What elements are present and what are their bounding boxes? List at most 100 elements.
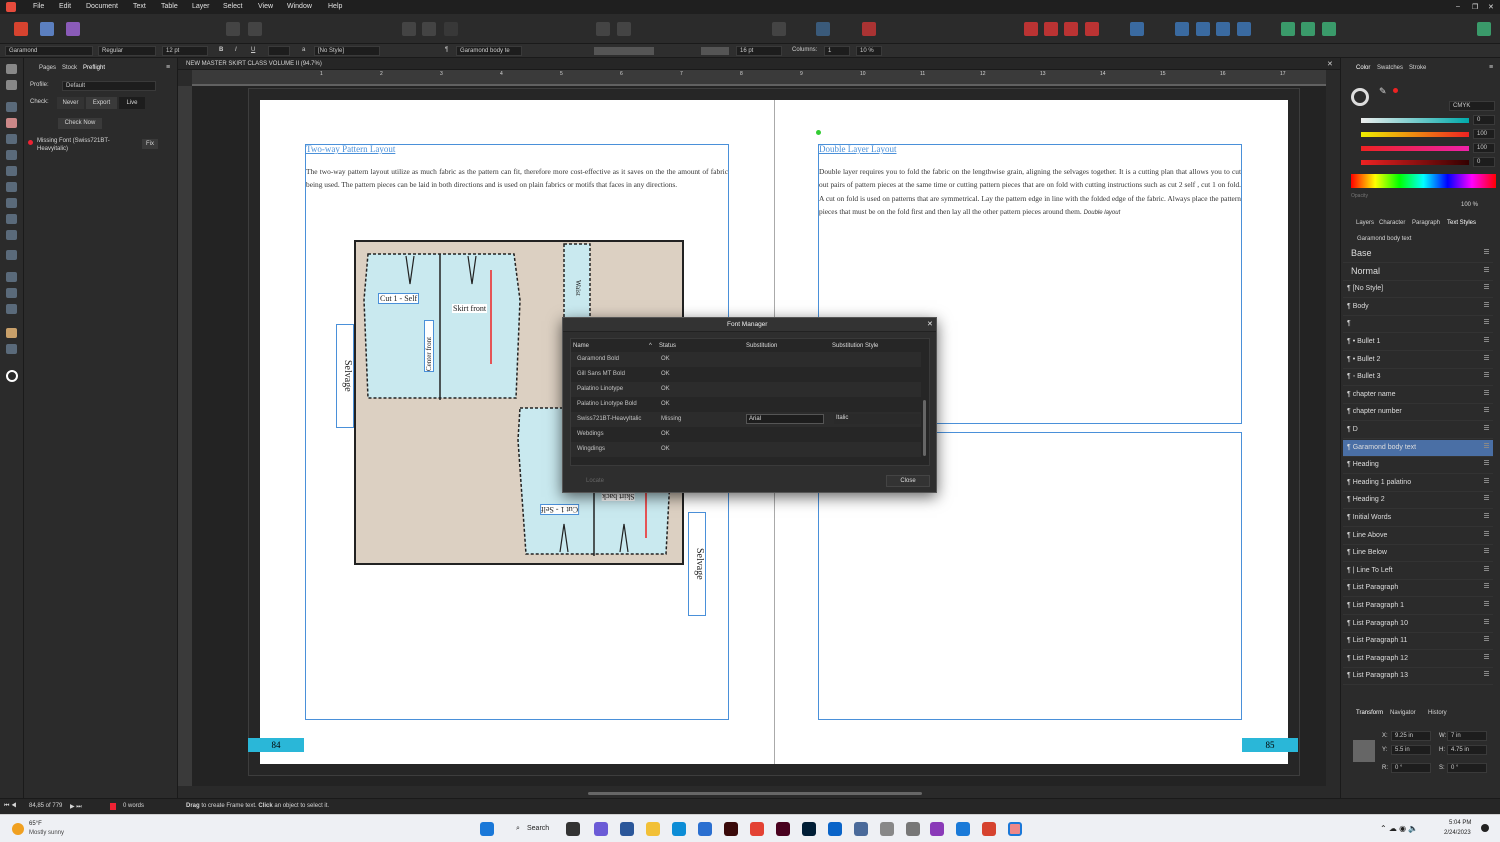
style-menu-icon[interactable] [1484, 444, 1489, 446]
style-menu-icon[interactable] [1484, 286, 1489, 288]
tab-character[interactable]: Character [1379, 220, 1405, 226]
check-never-button[interactable]: Never [57, 97, 84, 109]
black-slider[interactable] [1361, 160, 1469, 165]
undo-icon[interactable] [862, 22, 876, 36]
pen-tool-icon[interactable] [6, 150, 17, 160]
style-menu-icon[interactable] [1484, 251, 1489, 252]
fix-button[interactable]: Fix [142, 139, 158, 149]
photo-persona-icon[interactable] [66, 22, 80, 36]
publisher-persona-icon[interactable] [14, 22, 28, 36]
tab-color[interactable]: Color [1356, 65, 1370, 71]
link-icon[interactable] [772, 22, 786, 36]
color-picker-icon[interactable]: ✎ [1379, 86, 1387, 97]
font-row-missing[interactable]: Swiss721BT-HeavyItalic Missing Arial Ital… [571, 412, 921, 427]
designer-persona-icon[interactable] [40, 22, 54, 36]
style-menu-icon[interactable] [1484, 620, 1489, 622]
boolean-add-icon[interactable] [1281, 22, 1295, 36]
style-menu-icon[interactable] [1484, 532, 1489, 534]
text-style-item[interactable]: ¶ Heading 1 palatino [1343, 475, 1493, 492]
tab-history[interactable]: History [1428, 710, 1447, 716]
ellipse-tool-icon[interactable] [6, 198, 17, 208]
font-row[interactable]: Gill Sans MT Bold OK [571, 367, 921, 382]
underline-button[interactable]: U [251, 47, 255, 53]
text-style-item[interactable]: ¶ | Line To Left [1343, 563, 1493, 580]
text-style-item[interactable]: ¶ List Paragraph 1 [1343, 598, 1493, 615]
style-menu-icon[interactable] [1484, 462, 1489, 464]
font-row[interactable]: Palatino Linotype Bold OK [571, 397, 921, 412]
hand-tool-icon[interactable] [6, 328, 17, 338]
opacity-value[interactable]: 100 % [1461, 202, 1478, 208]
artistic-text-tool-icon[interactable] [6, 134, 17, 144]
style-menu-icon[interactable] [1484, 673, 1489, 675]
teams-icon[interactable] [594, 822, 608, 836]
color-stroke-icon[interactable] [6, 370, 18, 382]
arrange-back-icon[interactable] [1085, 22, 1099, 36]
chrome-icon[interactable] [750, 822, 764, 836]
menu-text[interactable]: Text [133, 3, 146, 10]
style-menu-icon[interactable] [1484, 603, 1489, 604]
text-style-item[interactable]: ¶ Garamond body text [1343, 439, 1493, 457]
check-live-button[interactable]: Live [119, 97, 145, 109]
sort-chevron-icon[interactable]: ^ [649, 343, 652, 349]
rectangle-tool-icon[interactable] [6, 182, 17, 192]
profile-select[interactable]: Default [62, 81, 156, 91]
indesign-icon[interactable] [776, 822, 790, 836]
gutter-input[interactable]: 10 % [856, 46, 882, 56]
font-row[interactable]: Wingdings OK [571, 442, 921, 457]
text-style-item[interactable]: ¶ chapter name [1343, 387, 1493, 404]
picture-frame-tool-icon[interactable] [6, 214, 17, 224]
tab-transform[interactable]: Transform [1356, 710, 1383, 716]
horizontal-ruler[interactable]: 1 2 3 4 5 6 7 8 9 10 11 12 13 14 15 16 1… [192, 70, 1326, 86]
tab-preflight[interactable]: Preflight [83, 65, 105, 71]
zoom-tool-icon[interactable] [6, 344, 17, 354]
vertical-ruler[interactable] [178, 86, 192, 786]
boolean-intersect-icon[interactable] [1322, 22, 1336, 36]
fill-stroke-icon[interactable] [1351, 88, 1369, 106]
document-tab[interactable]: NEW MASTER SKIRT CLASS VOLUME II (94.7%)… [178, 58, 1340, 70]
place-image-tool-icon[interactable] [6, 230, 17, 240]
style-menu-icon[interactable] [1484, 585, 1489, 587]
menu-table[interactable]: Table [161, 3, 178, 10]
columns-input[interactable]: 1 [824, 46, 850, 56]
tab-stroke[interactable]: Stroke [1409, 65, 1426, 71]
weather-icon[interactable] [12, 823, 24, 835]
page-indicator[interactable]: 84,85 of 779 [29, 803, 62, 809]
horizontal-scrollbar[interactable] [588, 792, 922, 795]
taskbar-search[interactable]: Search [527, 825, 549, 832]
tab-paragraph[interactable]: Paragraph [1412, 220, 1440, 226]
anchor-handle[interactable] [816, 130, 821, 135]
font-row[interactable]: Palatino Linotype OK [571, 382, 921, 397]
paragraph-style-select[interactable]: Garamond body te [456, 46, 522, 56]
cyan-input[interactable]: 0 [1473, 115, 1495, 125]
preferences-icon[interactable] [248, 22, 262, 36]
text-style-item[interactable]: ¶ ◦ Bullet 3 [1343, 369, 1493, 387]
text-frame-icon[interactable] [617, 22, 631, 36]
printer-icon[interactable] [906, 822, 920, 836]
pin-icon[interactable] [596, 22, 610, 36]
color-picker-tool-icon[interactable] [6, 304, 17, 314]
snipping-icon[interactable] [880, 822, 894, 836]
text-style-item[interactable]: ¶ [1343, 316, 1493, 334]
task-view-icon[interactable] [566, 822, 580, 836]
menu-edit[interactable]: Edit [59, 3, 71, 10]
system-tray-icons[interactable]: ⌃ ☁ ◉ 🔈 [1380, 824, 1418, 833]
text-style-item[interactable]: ¶ Initial Words [1343, 510, 1493, 527]
menu-file[interactable]: File [33, 3, 44, 10]
tab-layers[interactable]: Layers [1356, 220, 1374, 226]
alignment-buttons[interactable] [594, 47, 654, 55]
windows-start-icon[interactable] [480, 822, 494, 836]
text-style-item[interactable]: ¶ Line Below [1343, 545, 1493, 563]
cyan-slider[interactable] [1361, 118, 1469, 123]
style-menu-icon[interactable] [1484, 638, 1489, 640]
text-style-item[interactable]: Base [1343, 246, 1493, 263]
font-row[interactable]: Garamond Bold OK [571, 352, 921, 367]
fill-tool-icon[interactable] [6, 272, 17, 282]
substitution-select[interactable]: Arial [746, 414, 824, 424]
tab-stock[interactable]: Stock [62, 65, 77, 71]
snapping-icon[interactable] [816, 22, 830, 36]
menu-help[interactable]: Help [328, 3, 342, 10]
node-tool-icon[interactable] [6, 80, 17, 90]
yellow-input[interactable]: 100 [1473, 143, 1495, 153]
dialog-close-icon[interactable]: ✕ [927, 320, 933, 328]
column-name[interactable]: Name [573, 343, 589, 349]
